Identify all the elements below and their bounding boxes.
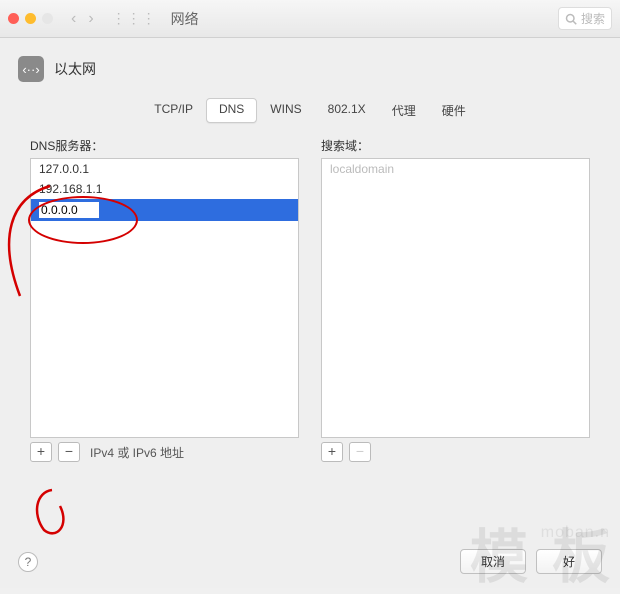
maximize-icon [42, 13, 53, 24]
add-domain-button[interactable]: + [321, 442, 343, 462]
search-placeholder: 搜索 [581, 10, 605, 27]
nav-buttons: ‹ › [67, 10, 98, 28]
window-titlebar: ‹ › ⋮⋮⋮ 网络 搜索 [0, 0, 620, 38]
search-icon [565, 13, 577, 25]
back-button[interactable]: ‹ [67, 10, 80, 28]
add-dns-button[interactable]: + [30, 442, 52, 462]
watermark-url: moban.n [541, 524, 610, 542]
ethernet-icon: ‹··› [18, 56, 44, 82]
dns-servers-panel: DNS服务器： 127.0.0.1 192.168.1.1 + − IPv4 或… [30, 137, 299, 462]
search-domains-label: 搜索域： [321, 137, 590, 154]
search-field[interactable]: 搜索 [558, 7, 612, 30]
tab-wins[interactable]: WINS [257, 98, 314, 123]
annotation-circle-add [30, 486, 74, 538]
tab-dns[interactable]: DNS [206, 98, 257, 123]
list-item[interactable]: 127.0.0.1 [31, 159, 298, 179]
remove-domain-button: − [349, 442, 371, 462]
close-icon[interactable] [8, 13, 19, 24]
tab-proxy[interactable]: 代理 [379, 98, 429, 123]
dns-entry-input[interactable] [39, 202, 99, 218]
tab-hardware[interactable]: 硬件 [429, 98, 479, 123]
watermark: 模 板 [470, 510, 614, 594]
minimize-icon[interactable] [25, 13, 36, 24]
tab-tcpip[interactable]: TCP/IP [141, 98, 206, 123]
dns-hint: IPv4 或 IPv6 地址 [90, 444, 184, 461]
tab-8021x[interactable]: 802.1X [315, 98, 379, 123]
search-domains-panel: 搜索域： localdomain + − [321, 137, 590, 462]
search-domains-list[interactable]: localdomain [321, 158, 590, 438]
tab-bar: TCP/IP DNS WINS 802.1X 代理 硬件 [18, 98, 602, 123]
window-title: 网络 [171, 9, 199, 29]
dns-servers-label: DNS服务器： [30, 137, 299, 154]
help-button[interactable]: ? [18, 552, 38, 572]
interface-name: 以太网 [54, 59, 96, 79]
list-item[interactable]: localdomain [322, 159, 589, 179]
list-item[interactable]: 192.168.1.1 [31, 179, 298, 199]
grid-icon[interactable]: ⋮⋮⋮ [112, 10, 157, 27]
remove-dns-button[interactable]: − [58, 442, 80, 462]
window-controls [8, 13, 53, 24]
forward-button: › [84, 10, 97, 28]
list-item-editing[interactable] [31, 199, 298, 221]
interface-header: ‹··› 以太网 [18, 56, 602, 82]
dns-servers-list[interactable]: 127.0.0.1 192.168.1.1 [30, 158, 299, 438]
